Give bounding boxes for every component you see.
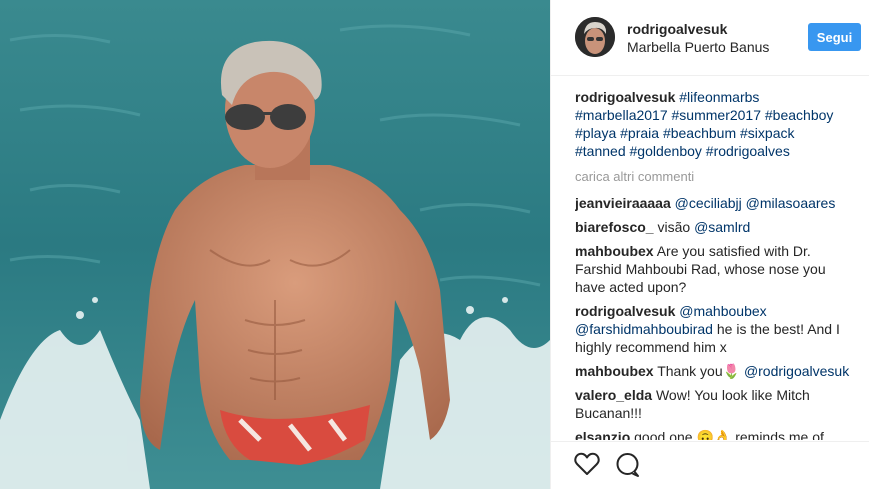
avatar-image bbox=[575, 17, 615, 57]
comment: jeanvieiraaaaa @ceciliabjj @milasoaares bbox=[575, 194, 853, 212]
avatar[interactable] bbox=[575, 17, 615, 57]
hashtag-line[interactable]: #playa #praia #beachbum #sixpack bbox=[575, 125, 794, 141]
comment: mahboubex Are you satisfied with Dr. Far… bbox=[575, 242, 853, 296]
comment-username[interactable]: elsanzio bbox=[575, 429, 630, 440]
instagram-post: rodrigoalvesuk Marbella Puerto Banus Seg… bbox=[0, 0, 869, 489]
comment-username[interactable]: biarefosco_ bbox=[575, 219, 654, 235]
post-location[interactable]: Marbella Puerto Banus bbox=[627, 39, 769, 55]
comment-text: @ceciliabjj @milasoaares bbox=[674, 195, 836, 211]
post-username[interactable]: rodrigoalvesuk bbox=[627, 21, 727, 37]
beach-photo-image bbox=[0, 0, 550, 489]
hashtag-line[interactable]: #lifeonmarbs bbox=[679, 89, 759, 105]
comment: valero_elda Wow! You look like Mitch Buc… bbox=[575, 386, 853, 422]
comment-username[interactable]: jeanvieiraaaaa bbox=[575, 195, 671, 211]
post-header: rodrigoalvesuk Marbella Puerto Banus Seg… bbox=[551, 0, 869, 76]
comment-text: visão @samlrd bbox=[657, 219, 751, 235]
comment: rodrigoalvesuk @mahboubex @farshidmahbou… bbox=[575, 302, 853, 356]
comment-username[interactable]: mahboubex bbox=[575, 243, 654, 259]
follow-button[interactable]: Segui bbox=[808, 23, 861, 51]
post-actions bbox=[551, 441, 869, 489]
comment-text: Thank you🌷 @rodrigoalvesuk bbox=[657, 363, 850, 379]
caption: rodrigoalvesuk #lifeonmarbs #marbella201… bbox=[575, 88, 853, 160]
load-more-comments[interactable]: carica altri commenti bbox=[575, 168, 853, 186]
caption-username[interactable]: rodrigoalvesuk bbox=[575, 89, 675, 105]
comment-bubble-icon[interactable] bbox=[615, 452, 641, 483]
comment: elsanzio good one 🙃👌 reminds me of bbox=[575, 428, 853, 440]
post-sidebar: rodrigoalvesuk Marbella Puerto Banus Seg… bbox=[550, 0, 869, 489]
comment-username[interactable]: rodrigoalvesuk bbox=[575, 303, 675, 319]
comment: mahboubex Thank you🌷 @rodrigoalvesuk bbox=[575, 362, 853, 380]
comment-text: good one 🙃👌 reminds me of bbox=[634, 429, 824, 440]
hashtag-line[interactable]: #tanned #goldenboy #rodrigoalves bbox=[575, 143, 790, 159]
comment: biarefosco_ visão @samlrd bbox=[575, 218, 853, 236]
post-photo[interactable] bbox=[0, 0, 550, 489]
heart-icon[interactable] bbox=[574, 452, 600, 481]
hashtag-line[interactable]: #marbella2017 #summer2017 #beachboy bbox=[575, 107, 833, 123]
comments-list: rodrigoalvesuk #lifeonmarbs #marbella201… bbox=[575, 88, 853, 440]
comment-username[interactable]: valero_elda bbox=[575, 387, 652, 403]
comment-username[interactable]: mahboubex bbox=[575, 363, 654, 379]
